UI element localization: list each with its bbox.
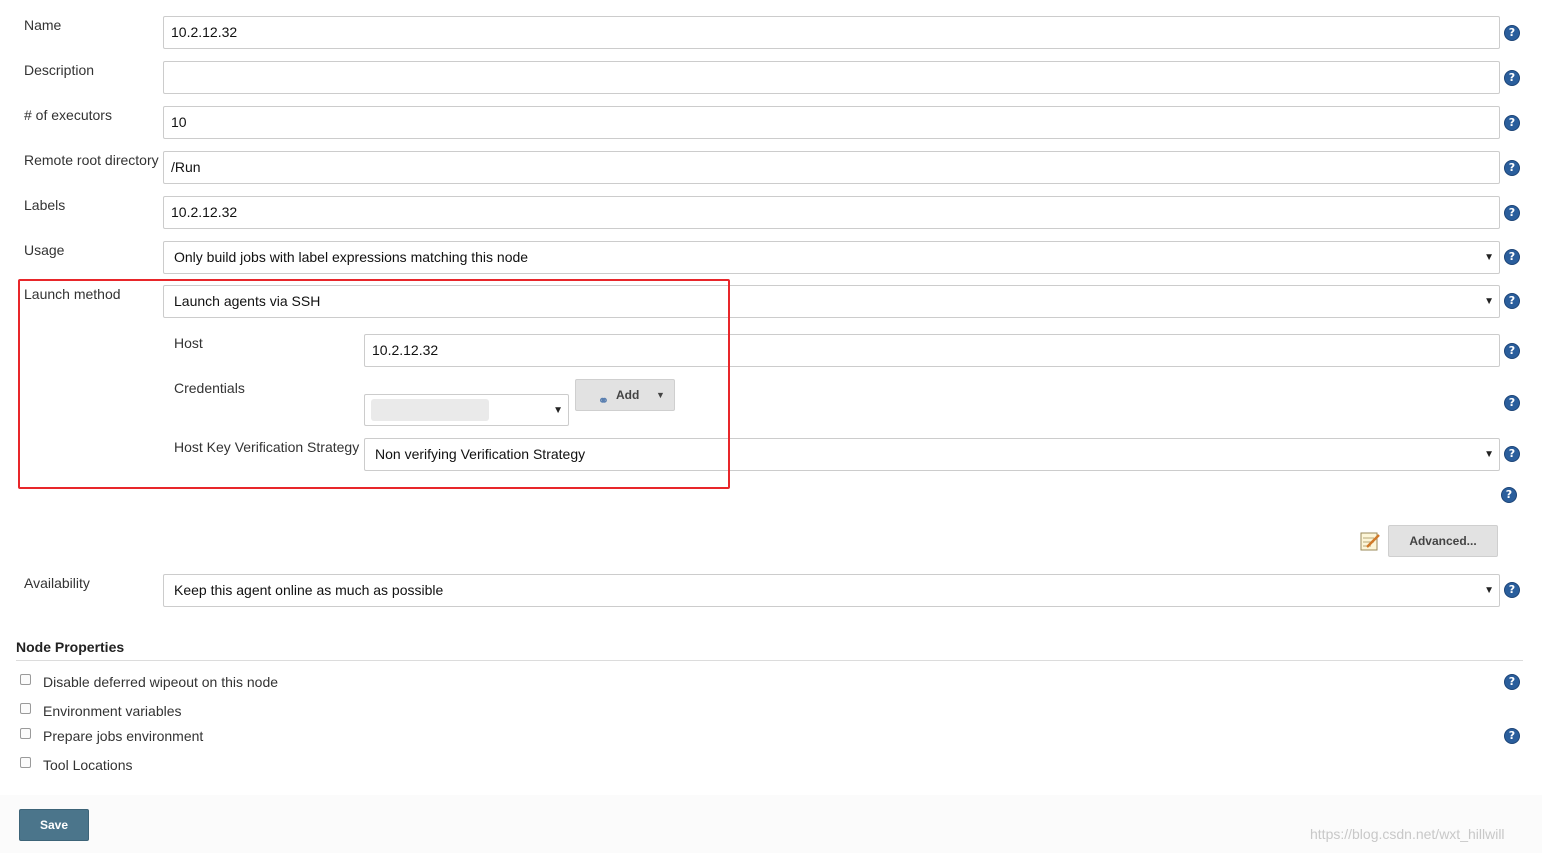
node-properties-title: Node Properties bbox=[16, 639, 125, 655]
highlight-box bbox=[18, 279, 730, 489]
availability-help-icon[interactable]: ? bbox=[1504, 582, 1520, 598]
remote-root-help-icon[interactable]: ? bbox=[1504, 160, 1520, 176]
description-input[interactable] bbox=[163, 61, 1500, 94]
availability-label: Availability bbox=[24, 575, 90, 591]
watermark: https://blog.csdn.net/wxt_hillwill bbox=[1310, 826, 1505, 842]
executors-help-icon[interactable]: ? bbox=[1504, 115, 1520, 131]
notepad-icon[interactable] bbox=[1359, 530, 1381, 552]
remote-root-label: Remote root directory bbox=[24, 152, 159, 168]
host-help-icon[interactable]: ? bbox=[1504, 343, 1520, 359]
launcher-help-icon[interactable]: ? bbox=[1501, 487, 1517, 503]
advanced-button[interactable]: Advanced... bbox=[1388, 525, 1498, 557]
usage-select[interactable]: Only build jobs with label expressions m… bbox=[163, 241, 1500, 274]
chevron-down-icon: ▼ bbox=[1484, 296, 1494, 307]
labels-input[interactable]: 10.2.12.32 bbox=[163, 196, 1500, 229]
labels-label: Labels bbox=[24, 197, 66, 213]
chevron-down-icon: ▼ bbox=[1484, 585, 1494, 596]
prepare-jobs-help-icon[interactable]: ? bbox=[1504, 728, 1520, 744]
description-help-icon[interactable]: ? bbox=[1504, 70, 1520, 86]
usage-select-value: Only build jobs with label expressions m… bbox=[174, 249, 529, 265]
bottom-bar bbox=[0, 795, 1542, 853]
prepare-jobs-label: Prepare jobs environment bbox=[43, 728, 204, 744]
remote-root-input[interactable]: /Run bbox=[163, 151, 1500, 184]
executors-input[interactable]: 10 bbox=[163, 106, 1500, 139]
description-label: Description bbox=[24, 62, 95, 78]
environment-variables-label: Environment variables bbox=[43, 703, 182, 719]
availability-select[interactable]: Keep this agent online as much as possib… bbox=[163, 574, 1500, 607]
name-label: Name bbox=[24, 17, 62, 33]
section-divider bbox=[16, 660, 1523, 661]
usage-help-icon[interactable]: ? bbox=[1504, 249, 1520, 265]
launch-method-help-icon[interactable]: ? bbox=[1504, 293, 1520, 309]
prepare-jobs-checkbox[interactable] bbox=[20, 728, 31, 739]
environment-variables-checkbox[interactable] bbox=[20, 703, 31, 714]
disable-wipeout-help-icon[interactable]: ? bbox=[1504, 674, 1520, 690]
chevron-down-icon: ▼ bbox=[1484, 252, 1494, 263]
save-button[interactable]: Save bbox=[19, 809, 89, 841]
usage-label: Usage bbox=[24, 242, 65, 258]
chevron-down-icon: ▼ bbox=[1484, 449, 1494, 460]
disable-wipeout-label: Disable deferred wipeout on this node bbox=[43, 674, 279, 690]
tool-locations-checkbox[interactable] bbox=[20, 757, 31, 768]
credentials-help-icon[interactable]: ? bbox=[1504, 395, 1520, 411]
availability-select-value: Keep this agent online as much as possib… bbox=[174, 582, 444, 598]
name-input[interactable]: 10.2.12.32 bbox=[163, 16, 1500, 49]
tool-locations-label: Tool Locations bbox=[43, 757, 133, 773]
labels-help-icon[interactable]: ? bbox=[1504, 205, 1520, 221]
host-key-help-icon[interactable]: ? bbox=[1504, 446, 1520, 462]
disable-wipeout-checkbox[interactable] bbox=[20, 674, 31, 685]
executors-label: # of executors bbox=[24, 107, 112, 123]
name-help-icon[interactable]: ? bbox=[1504, 25, 1520, 41]
